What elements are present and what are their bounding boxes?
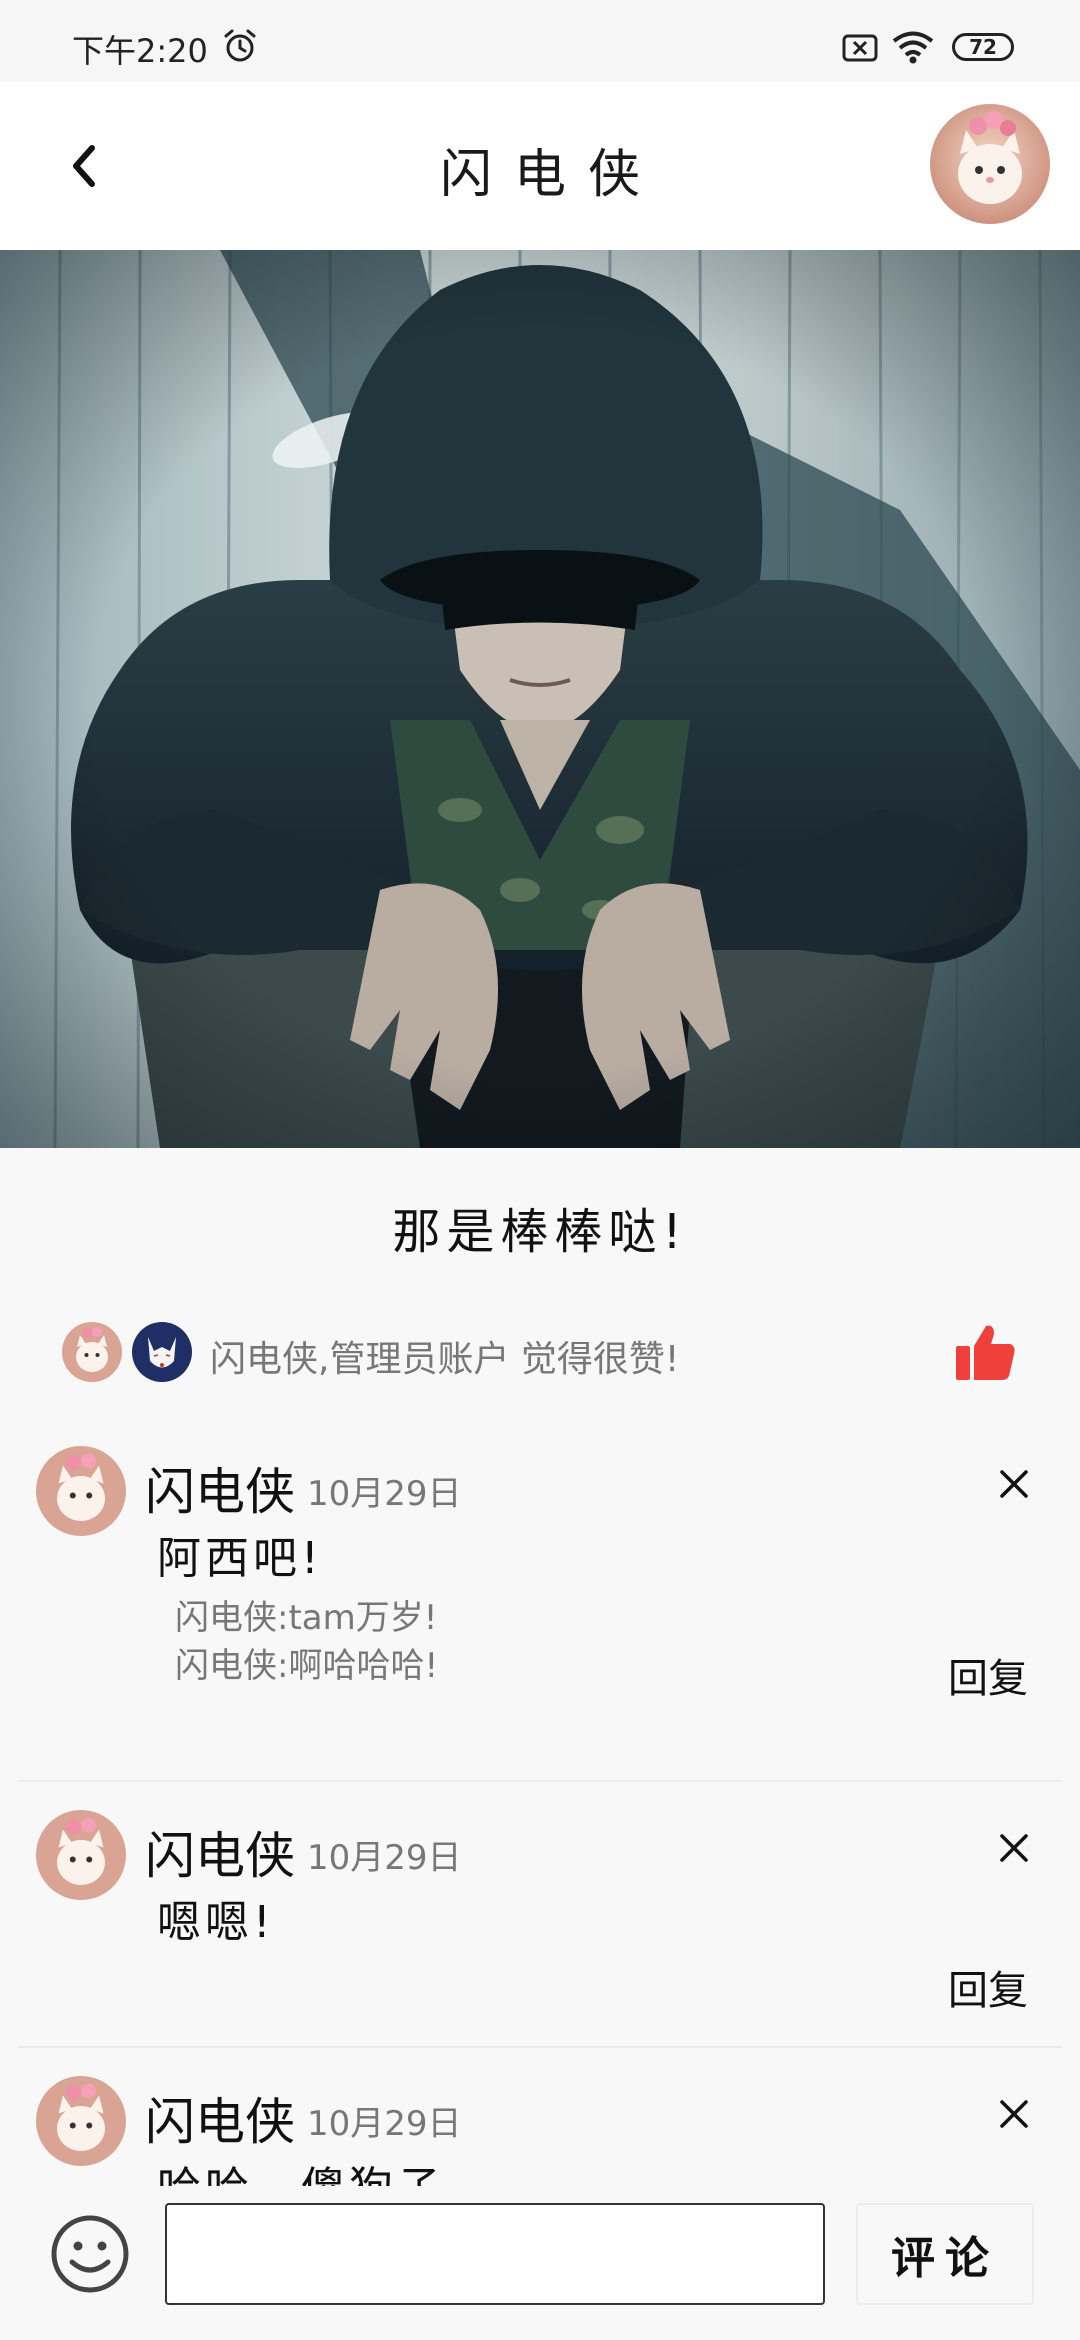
sim-blocked-icon [842, 34, 878, 62]
reply-item: 闪电侠:tam万岁! [175, 1598, 438, 1638]
commenter-name[interactable]: 闪电侠 [145, 1452, 295, 1524]
status-bar: 下午2:20 72 [0, 0, 1080, 82]
thumbs-up-icon[interactable] [954, 1322, 1016, 1382]
commenter-avatar[interactable] [36, 1446, 126, 1536]
divider [18, 1780, 1062, 1782]
battery-level: 72 [969, 35, 997, 59]
reply-button[interactable]: 回复 [948, 1646, 1028, 1704]
comment-bar: 评论 [0, 2186, 1080, 2340]
reply-list: 闪电侠:tam万岁! 闪电侠:啊哈哈哈! [175, 1594, 438, 1690]
status-time: 下午2:20 [72, 32, 208, 70]
likes-text: 闪电侠,管理员账户 觉得很赞! [210, 1339, 680, 1380]
comment-text: 嗯嗯! [157, 1897, 275, 1948]
alarm-icon [224, 29, 256, 62]
admin-avatar[interactable] [132, 1322, 192, 1382]
app-header: 闪电侠 [0, 82, 1080, 250]
reply-item: 闪电侠:啊哈哈哈! [175, 1646, 439, 1686]
comment-date: 10月29日 [307, 2104, 462, 2144]
comment-date: 10月29日 [307, 1474, 462, 1514]
divider [18, 2046, 1062, 2048]
commenter-name[interactable]: 闪电侠 [145, 1816, 295, 1888]
smiley-icon[interactable] [50, 2214, 130, 2294]
comment-input[interactable] [165, 2203, 825, 2305]
battery-icon: 72 [952, 33, 1014, 61]
commenter-name[interactable]: 闪电侠 [145, 2082, 295, 2154]
comment-text: 阿西吧! [157, 1533, 323, 1584]
commenter-avatar[interactable] [36, 1810, 126, 1900]
comment-item: 闪电侠 10月29日 嗯嗯! 回复 [0, 1810, 1080, 2014]
delete-comment-icon[interactable] [998, 2098, 1030, 2130]
liker-avatar[interactable] [62, 1322, 122, 1382]
comment-date: 10月29日 [307, 1838, 462, 1878]
comment-item: 闪电侠 10月29日 阿西吧! 闪电侠:tam万岁! 闪电侠:啊哈哈哈! 回复 [0, 1446, 1080, 1746]
delete-comment-icon[interactable] [998, 1832, 1030, 1864]
user-avatar[interactable] [930, 104, 1050, 224]
commenter-avatar[interactable] [36, 2076, 126, 2166]
post-image[interactable] [0, 250, 1080, 1148]
delete-comment-icon[interactable] [998, 1468, 1030, 1500]
post-text: 那是棒棒哒! [392, 1204, 688, 1260]
wifi-icon [892, 31, 934, 64]
page-title: 闪电侠 [439, 145, 662, 205]
comment-item: 闪电侠 10月29日 哈哈，傻狗子 [0, 2076, 1080, 2186]
comment-text: 哈哈，傻狗子 [157, 2152, 445, 2186]
likes-row: 闪电侠,管理员账户 觉得很赞! [62, 1322, 1022, 1382]
hooded-person-photo [0, 250, 1080, 1148]
reply-button[interactable]: 回复 [948, 1958, 1028, 2016]
submit-comment-button[interactable]: 评论 [856, 2203, 1034, 2305]
